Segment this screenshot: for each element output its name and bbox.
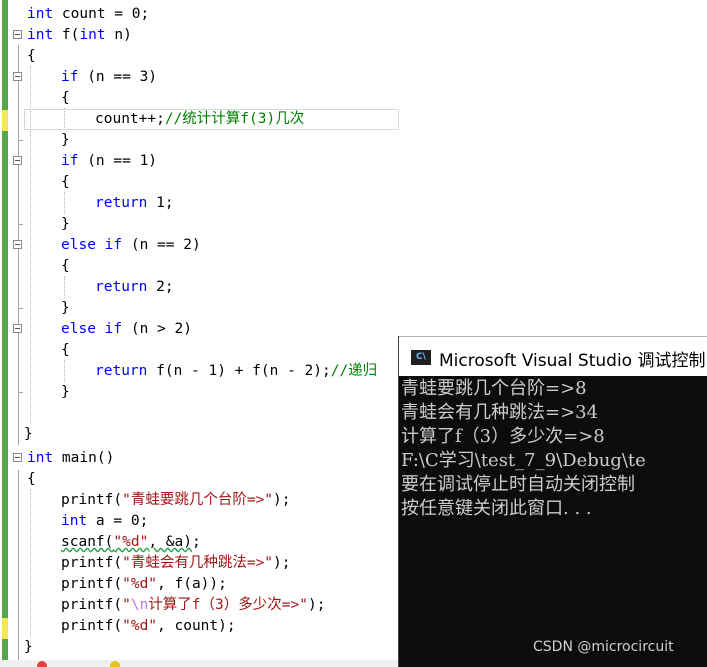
editor-status-strip xyxy=(0,660,398,667)
code-line[interactable]: } xyxy=(61,214,70,235)
code-line[interactable]: printf("青蛙会有几种跳法=>"); xyxy=(61,553,291,574)
indent-guide xyxy=(64,276,65,298)
code-line[interactable]: int main() xyxy=(27,448,114,469)
code-line[interactable]: { xyxy=(61,340,70,361)
collapse-toggle-icon[interactable] xyxy=(13,30,22,39)
warning-indicator-icon[interactable] xyxy=(110,661,120,667)
unsaved-change-marker xyxy=(2,618,8,639)
collapse-toggle-icon[interactable] xyxy=(13,324,22,333)
code-line[interactable]: } xyxy=(61,130,70,151)
code-line[interactable]: } xyxy=(24,424,33,445)
code-line[interactable]: scanf("%d", &a); xyxy=(61,532,201,553)
code-line[interactable]: { xyxy=(61,172,70,193)
code-line[interactable]: printf("%d", count); xyxy=(61,616,236,637)
outline-tick xyxy=(18,140,23,141)
code-line[interactable]: { xyxy=(61,256,70,277)
console-line: 青蛙会有几种跳法=>34 xyxy=(401,402,599,423)
code-line[interactable]: else if (n == 2) xyxy=(61,235,201,256)
code-line[interactable]: } xyxy=(61,382,70,403)
indent-guide xyxy=(30,489,31,637)
watermark: CSDN @microcircuit xyxy=(533,639,674,655)
console-output[interactable]: 青蛙要跳几个台阶=>8 青蛙会有几种跳法=>34 计算了f（3）多少次=>8 F… xyxy=(401,377,707,521)
code-line[interactable]: printf("\n计算了f（3）多少次=>"); xyxy=(61,595,325,616)
code-line[interactable]: if (n == 1) xyxy=(61,151,157,172)
code-line[interactable]: if (n == 3) xyxy=(61,67,157,88)
collapse-toggle-icon[interactable] xyxy=(13,156,22,165)
console-line: 按任意键关闭此窗口. . . xyxy=(401,498,592,519)
code-line[interactable]: int f(int n) xyxy=(27,25,132,46)
code-line[interactable]: count++;//统计计算f(3)几次 xyxy=(95,109,304,130)
code-line[interactable]: } xyxy=(61,298,70,319)
error-indicator-icon[interactable] xyxy=(37,661,47,667)
console-titlebar[interactable]: C\ Microsoft Visual Studio 调试控制 xyxy=(399,336,707,376)
code-line[interactable]: printf("%d", f(a)); xyxy=(61,574,227,595)
console-line: F:\C学习\test_7_9\Debug\te xyxy=(401,450,646,471)
console-app-icon: C\ xyxy=(411,350,431,365)
code-line[interactable]: return 2; xyxy=(95,277,174,298)
code-line[interactable]: printf("青蛙要跳几个台阶=>"); xyxy=(61,490,291,511)
debug-console-window[interactable]: C\ Microsoft Visual Studio 调试控制 青蛙要跳几个台阶… xyxy=(398,336,707,667)
code-line[interactable]: return 1; xyxy=(95,193,174,214)
code-line[interactable]: { xyxy=(27,46,36,67)
console-line: 要在调试停止时自动关闭控制 xyxy=(401,474,635,495)
change-tracking-bar xyxy=(2,0,8,660)
code-line[interactable]: } xyxy=(24,637,33,658)
outline-tick xyxy=(18,224,23,225)
code-line[interactable]: { xyxy=(27,469,36,490)
unsaved-change-marker xyxy=(2,110,8,131)
outline-tick xyxy=(18,308,23,309)
code-line[interactable]: int count = 0; xyxy=(27,4,149,25)
code-line[interactable]: int a = 0; xyxy=(61,511,148,532)
code-line[interactable]: return f(n - 1) + f(n - 2);//递归 xyxy=(95,361,377,382)
code-line[interactable]: { xyxy=(61,88,70,109)
indent-guide xyxy=(64,360,65,382)
console-line: 计算了f（3）多少次=>8 xyxy=(401,426,605,447)
indent-guide xyxy=(64,192,65,214)
collapse-toggle-icon[interactable] xyxy=(13,453,22,462)
console-line: 青蛙要跳几个台阶=>8 xyxy=(401,378,587,399)
code-line[interactable]: else if (n > 2) xyxy=(61,319,192,340)
collapse-toggle-icon[interactable] xyxy=(13,240,22,249)
outline-line xyxy=(18,470,19,660)
console-title: Microsoft Visual Studio 调试控制 xyxy=(439,351,706,371)
collapse-toggle-icon[interactable] xyxy=(13,72,22,81)
outline-tick xyxy=(18,392,23,393)
